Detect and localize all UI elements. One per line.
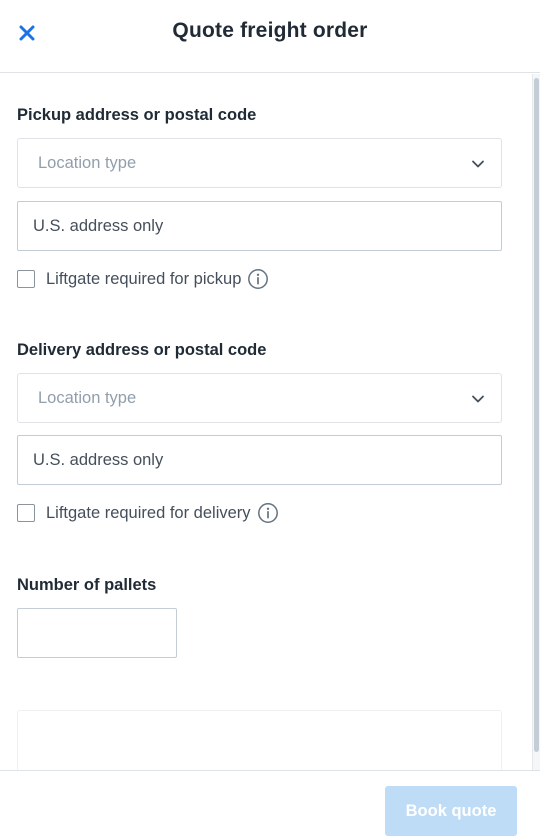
pickup-liftgate-label[interactable]: Liftgate required for pickup (46, 270, 241, 289)
pallets-input[interactable] (17, 608, 177, 658)
scrollbar[interactable] (532, 74, 540, 770)
delivery-address-input[interactable] (17, 435, 502, 485)
delivery-liftgate-checkbox[interactable] (17, 504, 35, 522)
info-icon[interactable] (247, 268, 269, 290)
pickup-section-label: Pickup address or postal code (17, 106, 257, 124)
delivery-liftgate-label[interactable]: Liftgate required for delivery (46, 504, 251, 523)
delivery-location-type-select[interactable]: Location type (17, 373, 502, 423)
delivery-location-type-placeholder: Location type (38, 389, 137, 407)
pickup-liftgate-checkbox[interactable] (17, 270, 35, 288)
form-scroll-area[interactable]: Pickup address or postal code Location t… (0, 74, 532, 770)
modal-header: Quote freight order (0, 0, 540, 73)
chevron-down-icon (472, 395, 484, 403)
info-icon[interactable] (257, 502, 279, 524)
chevron-down-icon (472, 160, 484, 168)
pickup-location-type-placeholder: Location type (38, 154, 137, 172)
scrollbar-thumb[interactable] (534, 78, 539, 752)
pallets-label: Number of pallets (17, 576, 157, 594)
quote-summary-panel (17, 710, 502, 770)
delivery-liftgate-row: Liftgate required for delivery (17, 502, 279, 524)
delivery-section-label: Delivery address or postal code (17, 341, 267, 359)
pickup-liftgate-row: Liftgate required for pickup (17, 268, 269, 290)
modal-title: Quote freight order (172, 19, 368, 42)
modal-footer: Book quote (0, 770, 540, 839)
pickup-location-type-select[interactable]: Location type (17, 138, 502, 188)
book-quote-button[interactable]: Book quote (385, 786, 517, 836)
pickup-address-input[interactable] (17, 201, 502, 251)
